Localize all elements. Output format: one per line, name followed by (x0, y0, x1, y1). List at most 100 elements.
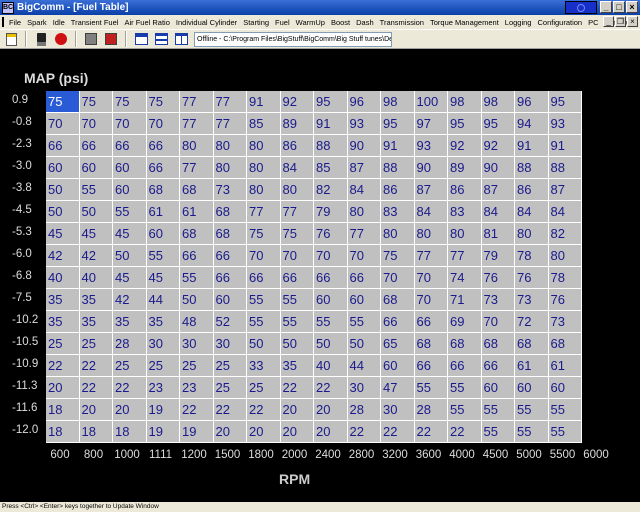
table-cell[interactable]: 20 (79, 399, 113, 421)
table-cell[interactable]: 79 (314, 201, 348, 223)
table-cell[interactable]: 77 (280, 201, 314, 223)
table-cell[interactable]: 22 (247, 399, 281, 421)
table-cell[interactable]: 50 (314, 333, 348, 355)
table-cell[interactable]: 70 (314, 245, 348, 267)
table-cell[interactable]: 73 (515, 289, 549, 311)
table-cell[interactable]: 60 (347, 289, 381, 311)
menu-starting[interactable]: Starting (240, 18, 272, 27)
minimize-button[interactable]: _ (600, 1, 612, 13)
table-cell[interactable]: 68 (213, 223, 247, 245)
table-cell[interactable]: 44 (347, 355, 381, 377)
table-cell[interactable]: 66 (213, 267, 247, 289)
table-cell[interactable]: 30 (146, 333, 180, 355)
table-cell[interactable]: 83 (448, 201, 482, 223)
table-cell[interactable]: 45 (113, 223, 147, 245)
table-cell[interactable]: 22 (213, 399, 247, 421)
table-cell[interactable]: 95 (381, 113, 415, 135)
table-cell[interactable]: 61 (180, 201, 214, 223)
table-cell[interactable]: 66 (314, 267, 348, 289)
table-cell[interactable]: 80 (213, 157, 247, 179)
table-cell[interactable]: 22 (280, 377, 314, 399)
table-cell[interactable]: 18 (79, 421, 113, 443)
table-cell[interactable]: 18 (46, 421, 80, 443)
table-cell[interactable]: 89 (448, 157, 482, 179)
table-cell[interactable]: 55 (347, 311, 381, 333)
table-cell[interactable]: 91 (247, 91, 281, 113)
table-cell[interactable]: 55 (247, 311, 281, 333)
table-cell[interactable]: 60 (213, 289, 247, 311)
table-cell[interactable]: 42 (46, 245, 80, 267)
table-cell[interactable]: 55 (247, 289, 281, 311)
table-cell[interactable]: 97 (414, 113, 448, 135)
table-cell[interactable]: 77 (213, 113, 247, 135)
table-cell[interactable]: 65 (381, 333, 415, 355)
table-cell[interactable]: 92 (481, 135, 515, 157)
table-cell[interactable]: 23 (180, 377, 214, 399)
table-cell[interactable]: 55 (515, 399, 549, 421)
menu-file[interactable]: File (6, 18, 24, 27)
table-cell[interactable]: 70 (79, 113, 113, 135)
table-cell[interactable]: 45 (79, 223, 113, 245)
table-cell[interactable]: 95 (314, 91, 348, 113)
table-cell[interactable]: 77 (414, 245, 448, 267)
table-cell[interactable]: 70 (414, 267, 448, 289)
table-cell[interactable]: 20 (247, 421, 281, 443)
table-cell[interactable]: 60 (548, 377, 582, 399)
table-cell[interactable]: 80 (515, 223, 549, 245)
table-cell[interactable]: 25 (113, 355, 147, 377)
table-cell[interactable]: 35 (146, 311, 180, 333)
table-cell[interactable]: 80 (347, 201, 381, 223)
table-cell[interactable]: 60 (113, 179, 147, 201)
table-cell[interactable]: 86 (515, 179, 549, 201)
table-cell[interactable]: 68 (548, 333, 582, 355)
table-cell[interactable]: 80 (448, 223, 482, 245)
table-cell[interactable]: 77 (180, 91, 214, 113)
table-cell[interactable]: 20 (314, 421, 348, 443)
table-cell[interactable]: 92 (280, 91, 314, 113)
child-restore-button[interactable]: ❐ (615, 16, 626, 27)
table-cell[interactable]: 68 (481, 333, 515, 355)
menu-configuration[interactable]: Configuration (534, 18, 585, 27)
table-cell[interactable]: 18 (46, 399, 80, 421)
table-cell[interactable]: 88 (548, 157, 582, 179)
table-cell[interactable]: 40 (46, 267, 80, 289)
table-cell[interactable]: 72 (515, 311, 549, 333)
table-cell[interactable]: 22 (79, 377, 113, 399)
table-cell[interactable]: 77 (347, 223, 381, 245)
table-cell[interactable]: 96 (515, 91, 549, 113)
table-cell[interactable]: 20 (280, 421, 314, 443)
table-cell[interactable]: 70 (46, 113, 80, 135)
table-cell[interactable]: 66 (113, 135, 147, 157)
stop-button[interactable] (52, 30, 70, 48)
table-cell[interactable]: 84 (548, 201, 582, 223)
table-cell[interactable]: 20 (46, 377, 80, 399)
table-cell[interactable]: 22 (314, 377, 348, 399)
table-cell[interactable]: 50 (247, 333, 281, 355)
table-cell[interactable]: 40 (314, 355, 348, 377)
table-cell[interactable]: 22 (113, 377, 147, 399)
table-cell[interactable]: 100 (414, 91, 448, 113)
table-cell[interactable]: 88 (314, 135, 348, 157)
table-cell[interactable]: 42 (113, 289, 147, 311)
gray-square-button[interactable] (82, 30, 100, 48)
table-cell[interactable]: 94 (515, 113, 549, 135)
menu-pc[interactable]: PC (585, 18, 601, 27)
table-cell[interactable]: 68 (515, 333, 549, 355)
table-cell[interactable]: 86 (381, 179, 415, 201)
fuel-pump-button[interactable] (32, 30, 50, 48)
table-cell[interactable]: 60 (381, 355, 415, 377)
table-cell[interactable]: 80 (247, 135, 281, 157)
table-cell[interactable]: 60 (515, 377, 549, 399)
table-cell[interactable]: 55 (280, 311, 314, 333)
menu-warmup[interactable]: WarmUp (293, 18, 328, 27)
table-cell[interactable]: 30 (381, 399, 415, 421)
table-cell[interactable]: 74 (448, 267, 482, 289)
table-cell[interactable]: 98 (448, 91, 482, 113)
table-cell[interactable]: 48 (180, 311, 214, 333)
table-cell[interactable]: 22 (79, 355, 113, 377)
table-cell[interactable]: 70 (347, 245, 381, 267)
table-cell[interactable]: 25 (213, 377, 247, 399)
table-cell[interactable]: 60 (146, 223, 180, 245)
table-cell[interactable]: 85 (247, 113, 281, 135)
table-cell[interactable]: 82 (314, 179, 348, 201)
